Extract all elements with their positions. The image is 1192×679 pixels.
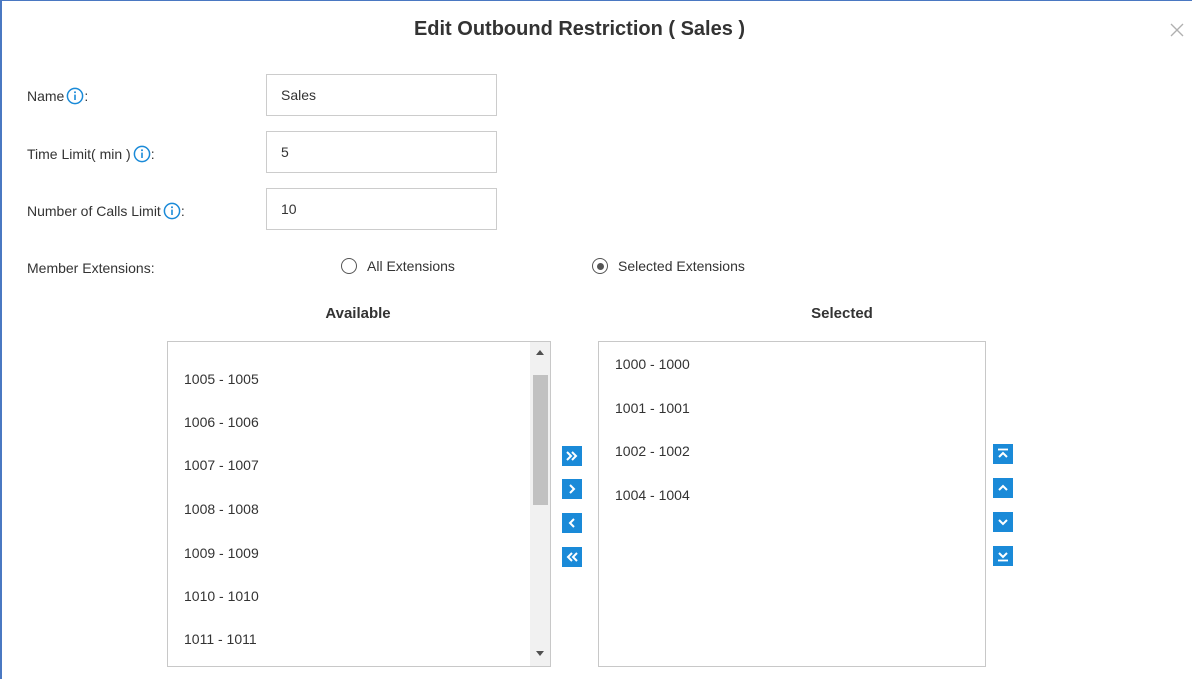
list-item[interactable]: 1009 - 1009	[184, 545, 259, 561]
chevron-up-icon	[997, 482, 1009, 494]
radio-checked-icon	[592, 258, 608, 274]
move-left-button[interactable]	[562, 513, 582, 533]
selected-list[interactable]: 1000 - 1000 1001 - 1001 1002 - 1002 1004…	[598, 341, 986, 667]
move-to-top-icon	[997, 448, 1009, 460]
info-icon[interactable]	[163, 202, 181, 220]
radio-all-extensions-label: All Extensions	[367, 258, 455, 274]
time-limit-label: Time Limit( min ) :	[27, 145, 155, 163]
move-up-button[interactable]	[993, 478, 1013, 498]
move-right-button[interactable]	[562, 479, 582, 499]
selected-heading: Selected	[811, 305, 873, 322]
list-item[interactable]: 1008 - 1008	[184, 501, 259, 517]
calls-limit-label: Number of Calls Limit :	[27, 202, 185, 220]
list-item[interactable]: 1007 - 1007	[184, 457, 259, 473]
list-item[interactable]: 1002 - 1002	[615, 443, 690, 459]
name-input[interactable]	[266, 74, 497, 116]
info-icon[interactable]	[66, 87, 84, 105]
move-to-bottom-button[interactable]	[993, 546, 1013, 566]
double-chevron-right-icon	[565, 450, 579, 462]
name-label-colon: :	[84, 88, 89, 104]
move-all-left-button[interactable]	[562, 547, 582, 567]
chevron-right-icon	[566, 483, 578, 495]
time-limit-input[interactable]	[266, 131, 497, 173]
scroll-up-arrow-icon[interactable]	[530, 342, 550, 362]
dialog-title: Edit Outbound Restriction ( Sales )	[413, 18, 746, 40]
scroll-down-arrow-icon[interactable]	[530, 644, 550, 664]
info-icon[interactable]	[133, 145, 151, 163]
edit-outbound-restriction-dialog: Edit Outbound Restriction ( Sales ) Name…	[0, 0, 1192, 679]
radio-all-extensions[interactable]: All Extensions	[341, 258, 455, 274]
name-label: Name :	[27, 87, 88, 105]
scroll-thumb[interactable]	[533, 375, 548, 505]
calls-limit-label-text: Number of Calls Limit	[27, 203, 161, 219]
member-extensions-label: Member Extensions:	[27, 260, 155, 276]
list-item[interactable]: 1004 - 1004	[615, 487, 690, 503]
chevron-down-icon	[997, 516, 1009, 528]
move-to-top-button[interactable]	[993, 444, 1013, 464]
time-limit-label-text: Time Limit( min )	[27, 146, 131, 162]
list-item[interactable]: 1011 - 1011	[184, 631, 257, 647]
move-to-bottom-icon	[997, 550, 1009, 562]
radio-selected-extensions-label: Selected Extensions	[618, 258, 745, 274]
list-item[interactable]: 1005 - 1005	[184, 371, 259, 387]
list-item[interactable]: 1010 - 1010	[184, 588, 259, 604]
available-heading: Available	[325, 305, 391, 322]
double-chevron-left-icon	[565, 551, 579, 563]
chevron-left-icon	[566, 517, 578, 529]
calls-limit-input[interactable]	[266, 188, 497, 230]
name-label-text: Name	[27, 88, 65, 104]
move-all-right-button[interactable]	[562, 446, 582, 466]
available-list[interactable]: 1005 - 1005 1006 - 1006 1007 - 1007 1008…	[167, 341, 551, 667]
move-down-button[interactable]	[993, 512, 1013, 532]
list-item[interactable]: 1000 - 1000	[615, 356, 690, 372]
list-item[interactable]: 1006 - 1006	[184, 414, 259, 430]
list-item[interactable]: 1001 - 1001	[615, 400, 690, 416]
close-icon[interactable]	[1168, 21, 1186, 39]
calls-limit-label-colon: :	[180, 203, 185, 219]
radio-unchecked-icon	[341, 258, 357, 274]
available-list-scrollbar[interactable]	[530, 342, 550, 666]
time-limit-label-colon: :	[150, 146, 155, 162]
radio-selected-extensions[interactable]: Selected Extensions	[592, 258, 745, 274]
